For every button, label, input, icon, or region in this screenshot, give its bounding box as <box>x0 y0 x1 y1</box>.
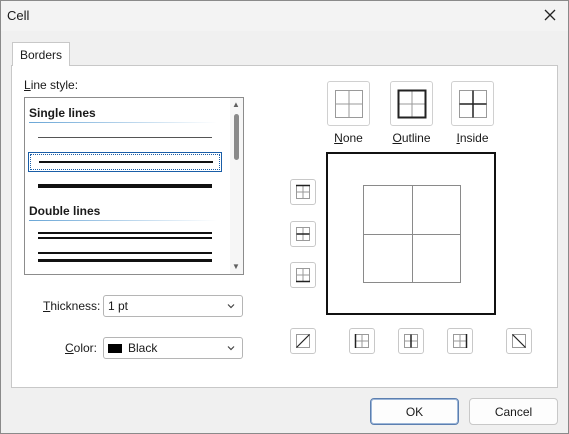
header-rule <box>29 122 217 123</box>
line-option-double-thin[interactable] <box>28 228 222 248</box>
scroll-up-icon[interactable]: ▲ <box>232 101 240 109</box>
diagonal-down-icon <box>512 334 526 348</box>
line-sample <box>38 184 212 188</box>
line-sample <box>39 161 213 163</box>
preset-outline-button[interactable] <box>390 81 433 126</box>
single-lines-header: Single lines <box>29 106 96 120</box>
line-sample <box>38 252 212 254</box>
line-style-label: Line style: <box>24 78 79 92</box>
scroll-thumb[interactable] <box>234 114 239 160</box>
chevron-down-icon <box>227 304 235 309</box>
close-button[interactable] <box>532 1 568 29</box>
line-sample <box>38 232 212 234</box>
preset-none-label: None <box>334 131 363 145</box>
border-top-button[interactable] <box>290 179 316 205</box>
line-sample <box>38 137 212 138</box>
border-right-icon <box>453 334 468 348</box>
line-sample <box>38 259 212 262</box>
scroll-down-icon[interactable]: ▼ <box>232 263 240 271</box>
ok-button[interactable]: OK <box>370 398 459 425</box>
thickness-value: 1 pt <box>108 299 129 313</box>
outline-border-icon <box>397 89 426 118</box>
border-preview[interactable] <box>326 152 496 315</box>
border-bottom-button[interactable] <box>290 262 316 288</box>
window-title: Cell <box>7 8 30 23</box>
thickness-label: Thickness: <box>43 299 101 313</box>
color-value: Black <box>128 341 158 355</box>
line-option-thin[interactable] <box>28 152 222 172</box>
border-right-button[interactable] <box>447 328 473 354</box>
cancel-button[interactable]: Cancel <box>469 398 558 425</box>
border-inner-vertical-icon <box>404 334 418 348</box>
line-option-double-thick[interactable] <box>28 248 222 268</box>
line-sample <box>38 237 212 239</box>
cancel-button-label: Cancel <box>494 404 533 419</box>
inside-border-icon <box>458 89 487 118</box>
line-option-medium[interactable] <box>28 176 222 196</box>
close-icon <box>544 9 556 21</box>
diagonal-down-button[interactable] <box>506 328 532 354</box>
line-style-list[interactable]: Single lines Double lines ▲ ▼ <box>24 97 244 275</box>
border-left-button[interactable] <box>349 328 375 354</box>
title-bar: Cell <box>1 1 568 31</box>
double-lines-header: Double lines <box>29 204 101 218</box>
ok-button-label: OK <box>405 404 424 419</box>
cell-dialog: Cell Borders Line style: Single lines Do… <box>0 0 569 434</box>
list-scrollbar[interactable]: ▲ ▼ <box>230 98 243 274</box>
color-swatch <box>108 343 122 353</box>
preview-horizontal-divider <box>363 234 461 235</box>
preset-outline-label: Outline <box>392 131 431 145</box>
border-left-icon <box>354 334 369 348</box>
chevron-down-icon <box>227 346 235 351</box>
header-rule <box>29 220 217 221</box>
border-inner-horizontal-icon <box>296 227 310 241</box>
no-border-icon <box>334 89 363 118</box>
preset-inside-button[interactable] <box>451 81 494 126</box>
border-top-icon <box>296 184 310 199</box>
thickness-select[interactable]: 1 pt <box>103 295 243 317</box>
color-select[interactable]: Black <box>103 337 243 359</box>
border-vertical-inner-button[interactable] <box>398 328 424 354</box>
diagonal-up-button[interactable] <box>290 328 316 354</box>
color-label: Color: <box>65 341 98 355</box>
tab-borders-label: Borders <box>19 47 63 62</box>
preset-inside-label: Inside <box>456 131 489 145</box>
diagonal-up-icon <box>296 334 310 348</box>
preset-none-button[interactable] <box>327 81 370 126</box>
line-option-hairline[interactable] <box>28 128 222 148</box>
border-bottom-icon <box>296 268 310 283</box>
border-horizontal-inner-button[interactable] <box>290 221 316 247</box>
tab-borders[interactable]: Borders <box>12 42 70 66</box>
